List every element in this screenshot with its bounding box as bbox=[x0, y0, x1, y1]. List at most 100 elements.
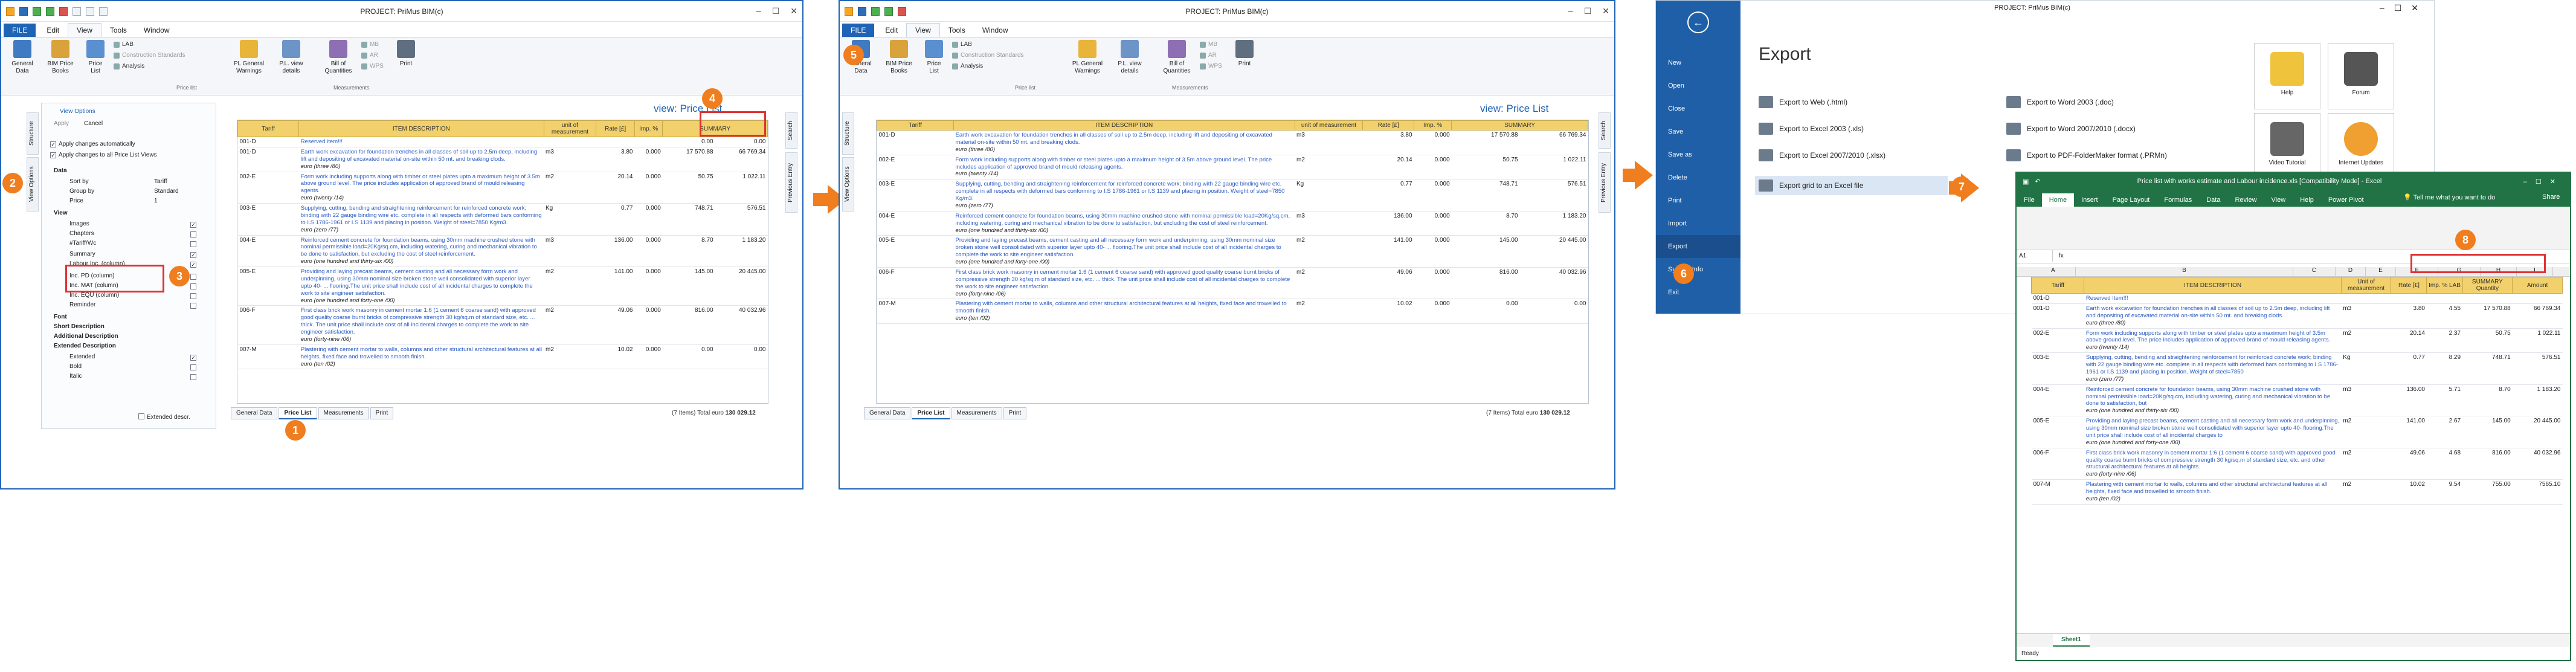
backstage-item-print[interactable]: Print bbox=[1656, 189, 1740, 212]
tab-search[interactable]: Search bbox=[785, 112, 797, 149]
header-tariff[interactable]: Tariff bbox=[237, 120, 300, 137]
ar-button[interactable]: AR bbox=[361, 52, 378, 59]
export-option[interactable]: Export to Word 2003 (.doc) bbox=[2006, 96, 2114, 108]
sort-by-value[interactable]: Tariff bbox=[154, 177, 167, 187]
table-row[interactable]: 007-M Plastering with cement mortar to wa… bbox=[237, 344, 768, 370]
section-data[interactable]: Data bbox=[54, 166, 67, 176]
column-header[interactable]: E bbox=[2366, 267, 2396, 276]
excel-row[interactable]: 004-E Reinforced cement concrete for foun… bbox=[2031, 384, 2563, 417]
export-option[interactable]: Export to Excel 2003 (.xls) bbox=[1759, 123, 1864, 135]
section-extended-desc[interactable]: Extended Description bbox=[54, 341, 116, 351]
menu-file[interactable]: FILE bbox=[4, 24, 36, 37]
xl-row-reserved[interactable]: 001-D Reserved Item!!! bbox=[2031, 293, 2563, 304]
excel-tab-formulas[interactable]: Formulas bbox=[2157, 193, 2199, 207]
construction-standards-button[interactable]: Construction Standards bbox=[114, 52, 185, 59]
xl-header-quantity[interactable]: SUMMARY Quantity bbox=[2462, 277, 2513, 294]
mb-button[interactable]: MB bbox=[361, 41, 379, 48]
mb-button[interactable]: MB bbox=[1200, 41, 1217, 48]
menu-edit[interactable]: Edit bbox=[38, 24, 68, 37]
column-header[interactable]: B bbox=[2076, 267, 2293, 276]
section-additional-desc[interactable]: Additional Description bbox=[54, 332, 118, 341]
header-description[interactable]: ITEM DESCRIPTION bbox=[298, 120, 544, 137]
bim-price-books-button[interactable]: BIM Price Books bbox=[43, 40, 77, 75]
excel-tab-page-layout[interactable]: Page Layout bbox=[2105, 193, 2157, 207]
apply-button[interactable]: Apply bbox=[54, 119, 69, 129]
italic-checkbox[interactable] bbox=[190, 374, 196, 380]
price-list-button[interactable]: Price List bbox=[922, 40, 946, 75]
ar-button[interactable]: AR bbox=[1200, 52, 1217, 59]
menu-window[interactable]: Window bbox=[974, 24, 1017, 37]
cancel-button[interactable]: Cancel bbox=[84, 119, 103, 129]
backstage-item-open[interactable]: Open bbox=[1656, 74, 1740, 97]
export-option[interactable]: Export to Word 2007/2010 (.docx) bbox=[2006, 123, 2136, 135]
column-header[interactable]: A bbox=[2031, 267, 2076, 276]
tab-measurements[interactable]: Measurements bbox=[318, 407, 369, 419]
excel-tab-review[interactable]: Review bbox=[2227, 193, 2264, 207]
group-by-value[interactable]: Standard bbox=[154, 187, 179, 196]
excel-undo-icon[interactable]: ↶ bbox=[2035, 178, 2040, 186]
backstage-item-delete[interactable]: Delete bbox=[1656, 166, 1740, 189]
excel-tab-data[interactable]: Data bbox=[2199, 193, 2227, 207]
tab-price-list[interactable]: Price List bbox=[912, 407, 950, 419]
tab-print[interactable]: Print bbox=[370, 407, 394, 419]
extended-descr-row[interactable]: Extended descr. bbox=[138, 413, 190, 422]
xl-header-imp[interactable]: Imp. % LAB bbox=[2426, 277, 2463, 294]
header-description[interactable]: ITEM DESCRIPTION bbox=[953, 120, 1295, 131]
backstage-item-options[interactable]: Options bbox=[1656, 322, 1740, 345]
forum-tile[interactable]: Forum bbox=[2328, 43, 2394, 109]
header-imp[interactable]: Imp. % bbox=[1414, 120, 1452, 131]
column-header[interactable]: C bbox=[2293, 267, 2336, 276]
pl-general-warnings-button[interactable]: PL General Warnings bbox=[231, 40, 267, 75]
inc-equ-checkbox[interactable] bbox=[190, 293, 196, 299]
backstage-item-import[interactable]: Import bbox=[1656, 212, 1740, 235]
price-list-button[interactable]: Price List bbox=[83, 40, 108, 75]
help-tile[interactable]: Help bbox=[2254, 43, 2320, 109]
extended-descr-checkbox[interactable] bbox=[138, 413, 144, 419]
menu-tools[interactable]: Tools bbox=[101, 24, 135, 37]
table-row-reserved[interactable]: 001-D Reserved item!!! 0.00 0.00 bbox=[237, 137, 768, 147]
section-view[interactable]: View bbox=[54, 208, 68, 218]
excel-tab-help[interactable]: Help bbox=[2293, 193, 2321, 207]
extended-checkbox[interactable]: ✓ bbox=[190, 355, 196, 361]
table-row[interactable]: 003-E Supplying, cutting, bending and str… bbox=[877, 179, 1588, 212]
share-button[interactable]: Share bbox=[2542, 193, 2560, 201]
back-arrow-icon[interactable]: ← bbox=[1687, 11, 1709, 33]
backstage-item-close[interactable]: Close bbox=[1656, 97, 1740, 120]
tab-view-options[interactable]: View Options bbox=[27, 157, 39, 212]
apply-auto-checkbox[interactable]: ✓ bbox=[50, 141, 56, 147]
header-unit[interactable]: unit of measurement bbox=[543, 120, 597, 137]
bill-of-quantities-button[interactable]: Bill of Quantities bbox=[321, 40, 355, 75]
table-row[interactable]: 004-E Reinforced cement concrete for foun… bbox=[237, 235, 768, 267]
header-summary[interactable]: SUMMARY bbox=[1451, 120, 1588, 131]
wps-button[interactable]: WPS bbox=[361, 63, 384, 69]
export-option[interactable]: Export to Web (.html) bbox=[1759, 96, 1847, 108]
menu-file[interactable]: FILE bbox=[842, 24, 875, 37]
backstage-item-export[interactable]: Export bbox=[1656, 235, 1740, 258]
tell-me-search[interactable]: 💡 Tell me what you want to do bbox=[2403, 193, 2495, 201]
apply-all-row[interactable]: ✓ Apply changes to all Price List Views bbox=[50, 150, 157, 160]
tab-structure[interactable]: Structure bbox=[27, 112, 39, 155]
excel-row[interactable]: 003-E Supplying, cutting, bending and str… bbox=[2031, 352, 2563, 385]
chapters-checkbox[interactable] bbox=[190, 231, 196, 237]
table-row[interactable]: 004-E Reinforced cement concrete for foun… bbox=[877, 211, 1588, 236]
wps-button[interactable]: WPS bbox=[1200, 63, 1222, 69]
table-row[interactable]: 002-E Form work including supports along … bbox=[877, 155, 1588, 180]
lab-button[interactable]: LAB bbox=[952, 41, 972, 48]
pl-general-warnings-button[interactable]: PL General Warnings bbox=[1069, 40, 1106, 75]
tab-previous-entry[interactable]: Previous Entry bbox=[1599, 152, 1611, 213]
tab-print[interactable]: Print bbox=[1003, 407, 1027, 419]
pl-view-details-button[interactable]: P.L. view details bbox=[273, 40, 309, 75]
name-box[interactable]: A1 bbox=[2017, 250, 2053, 262]
excel-row[interactable]: 001-D Earth work excavation for foundatio… bbox=[2031, 303, 2563, 329]
menu-view[interactable]: View bbox=[68, 23, 101, 37]
table-row[interactable]: 001-D Earth work excavation for foundatio… bbox=[237, 147, 768, 172]
bim-price-books-button[interactable]: BIM Price Books bbox=[882, 40, 916, 75]
internet-updates-tile[interactable]: Internet Updates bbox=[2328, 113, 2394, 179]
tab-view-options[interactable]: View Options bbox=[842, 157, 854, 212]
apply-all-checkbox[interactable]: ✓ bbox=[50, 152, 56, 158]
section-font[interactable]: Font bbox=[54, 312, 67, 322]
images-checkbox[interactable]: ✓ bbox=[190, 222, 196, 228]
header-rate[interactable]: Rate [£] bbox=[596, 120, 635, 137]
lab-button[interactable]: LAB bbox=[114, 41, 134, 48]
analysis-button[interactable]: Analysis bbox=[952, 63, 983, 69]
